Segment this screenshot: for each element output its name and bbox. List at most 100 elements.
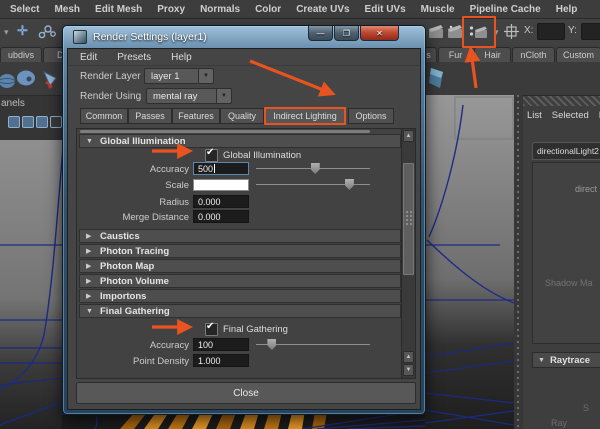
- section-photon-volume[interactable]: ▶ Photon Volume: [79, 274, 401, 288]
- point-density-field[interactable]: 1.000: [193, 354, 249, 367]
- textured-view-icon[interactable]: [36, 116, 48, 128]
- menu-list[interactable]: List: [527, 110, 542, 121]
- horizontal-scrollbar[interactable]: [80, 130, 370, 133]
- tab-directionallight2[interactable]: directionalLight2: [532, 142, 600, 160]
- menu-proxy[interactable]: Proxy: [157, 4, 185, 15]
- gi-radius-field[interactable]: 0.000: [193, 195, 249, 208]
- expanded-triangle-icon: ▼: [86, 307, 93, 315]
- tab-passes[interactable]: Passes: [128, 108, 172, 124]
- node-name-partial: direct: [575, 184, 598, 194]
- fg-accuracy-slider[interactable]: [256, 338, 370, 351]
- scroll-up-button[interactable]: ▲: [403, 130, 414, 142]
- section-caustics[interactable]: ▶ Caustics: [79, 229, 401, 243]
- section-photon-tracing[interactable]: ▶ Photon Tracing: [79, 244, 401, 258]
- collapsed-triangle-icon: ▶: [86, 248, 92, 255]
- menu-pipeline-cache[interactable]: Pipeline Cache: [470, 4, 541, 15]
- gi-merge-distance-field[interactable]: 0.000: [193, 210, 249, 223]
- four-view-icon[interactable]: [50, 116, 62, 128]
- menu-create-uvs[interactable]: Create UVs: [296, 4, 349, 15]
- check-icon: ✔: [206, 321, 215, 332]
- slider-handle[interactable]: [344, 179, 354, 190]
- shelf-tab-ncloth[interactable]: nCloth: [512, 47, 555, 62]
- section-final-gathering[interactable]: ▼ Final Gathering: [79, 304, 401, 318]
- gi-scale-slider[interactable]: [256, 178, 370, 191]
- viewport-left-wireframe[interactable]: [0, 140, 62, 429]
- slider-handle[interactable]: [267, 339, 277, 350]
- check-icon: ✔: [206, 147, 215, 158]
- render-using-label: Render Using: [80, 91, 142, 102]
- main-menubar: Select Mesh Edit Mesh Proxy Normals Colo…: [0, 0, 600, 19]
- snap-target-icon[interactable]: [504, 24, 519, 39]
- scroll-down-button[interactable]: ▼: [403, 364, 414, 376]
- slider-handle[interactable]: [310, 163, 320, 174]
- minimize-button[interactable]: —: [308, 26, 333, 41]
- move-tool-icon[interactable]: ✛: [17, 23, 28, 39]
- shelf-tab-subdivs[interactable]: ubdivs: [0, 47, 42, 62]
- section-importons[interactable]: ▶ Importons: [79, 289, 401, 303]
- panel-drag-hatch[interactable]: [523, 96, 600, 106]
- shaded-view-icon[interactable]: [22, 116, 34, 128]
- menu-edit-uvs[interactable]: Edit UVs: [365, 4, 406, 15]
- render-layer-dropdown[interactable]: layer 1 ▼: [144, 68, 214, 84]
- tab-indirect-lighting[interactable]: Indirect Lighting: [264, 107, 346, 125]
- tab-quality[interactable]: Quality: [220, 108, 264, 124]
- menu-presets[interactable]: Presets: [117, 52, 151, 63]
- global-illumination-checkbox[interactable]: ✔: [205, 147, 218, 162]
- raytrace-section-header[interactable]: ▼ Raytrace: [532, 352, 600, 368]
- x-coordinate-field[interactable]: [537, 23, 565, 40]
- menu-color[interactable]: Color: [255, 4, 281, 15]
- thumb-grip-dots: [405, 210, 413, 226]
- shelf-tab-custom[interactable]: Custom: [556, 47, 600, 62]
- menu-selected[interactable]: Selected: [552, 110, 589, 121]
- section-global-illumination[interactable]: ▼ Global Illumination: [79, 134, 401, 148]
- section-photon-map[interactable]: ▶ Photon Map: [79, 259, 401, 273]
- render-current-frame-icon[interactable]: [428, 24, 445, 40]
- joint-tool-icon[interactable]: [38, 24, 56, 40]
- menu-muscle[interactable]: Muscle: [421, 4, 455, 15]
- tab-common[interactable]: Common: [80, 108, 128, 124]
- settings-scroll-area: ▼ Global Illumination ✔ Global Illuminat…: [76, 128, 416, 379]
- gi-accuracy-slider[interactable]: [256, 162, 370, 175]
- global-illumination-checkbox-label: Global Illumination: [223, 150, 302, 161]
- close-window-button[interactable]: ✕: [360, 26, 399, 41]
- shadow-map-label: Shadow Ma: [545, 278, 593, 288]
- attribute-editor-menubar: List Selected F: [527, 110, 600, 121]
- dialog-frame: Render Settings (layer1) — ❐ ✕ Edit Pres…: [62, 25, 426, 415]
- viewport-mid-wireframe[interactable]: [425, 95, 514, 429]
- menu-edit-mesh[interactable]: Edit Mesh: [95, 4, 142, 15]
- maya-icon: [73, 30, 87, 44]
- dropdown-arrow-icon: ▼: [216, 89, 231, 103]
- collapsed-triangle-icon: ▶: [86, 233, 92, 240]
- right-toolbar-strip: [425, 62, 600, 95]
- menu-dialog-help[interactable]: Help: [171, 52, 192, 63]
- panel-resize-handle[interactable]: [514, 95, 523, 429]
- menu-help[interactable]: Help: [556, 4, 578, 15]
- close-button[interactable]: Close: [76, 382, 416, 404]
- scroll-up-button-2[interactable]: ▲: [403, 351, 414, 363]
- dialog-menubar: Edit Presets Help: [68, 49, 420, 66]
- y-coordinate-field[interactable]: [581, 23, 600, 40]
- gi-scale-color-swatch[interactable]: [193, 179, 249, 191]
- expanded-triangle-icon: ▼: [538, 356, 545, 364]
- shelf-tab-fur[interactable]: Fur: [438, 47, 473, 62]
- gi-accuracy-field[interactable]: 500: [193, 162, 249, 175]
- tab-options[interactable]: Options: [348, 108, 394, 124]
- render-using-dropdown[interactable]: mental ray ▼: [146, 88, 232, 104]
- menu-mesh[interactable]: Mesh: [54, 4, 80, 15]
- vertical-scrollbar[interactable]: ▲ ▲ ▼: [401, 129, 415, 378]
- final-gathering-checkbox[interactable]: ✔: [205, 321, 218, 336]
- wireframe-view-icon[interactable]: [8, 116, 20, 128]
- collapsed-triangle-icon: ▶: [86, 278, 92, 285]
- maximize-button[interactable]: ❐: [334, 26, 359, 41]
- fg-accuracy-field[interactable]: 100: [193, 338, 249, 351]
- toolbar-chevron-icon[interactable]: ▾: [4, 27, 9, 38]
- shelf-tab-hair[interactable]: Hair: [474, 47, 511, 62]
- shelf-icons[interactable]: [0, 66, 62, 92]
- menu-select[interactable]: Select: [10, 4, 39, 15]
- scrollbar-thumb[interactable]: [403, 163, 414, 275]
- menu-edit[interactable]: Edit: [80, 52, 97, 63]
- menu-normals[interactable]: Normals: [200, 4, 240, 15]
- x-coordinate-label: X:: [524, 25, 534, 36]
- tab-features[interactable]: Features: [172, 108, 220, 124]
- shelf-item-icon[interactable]: [427, 66, 447, 90]
